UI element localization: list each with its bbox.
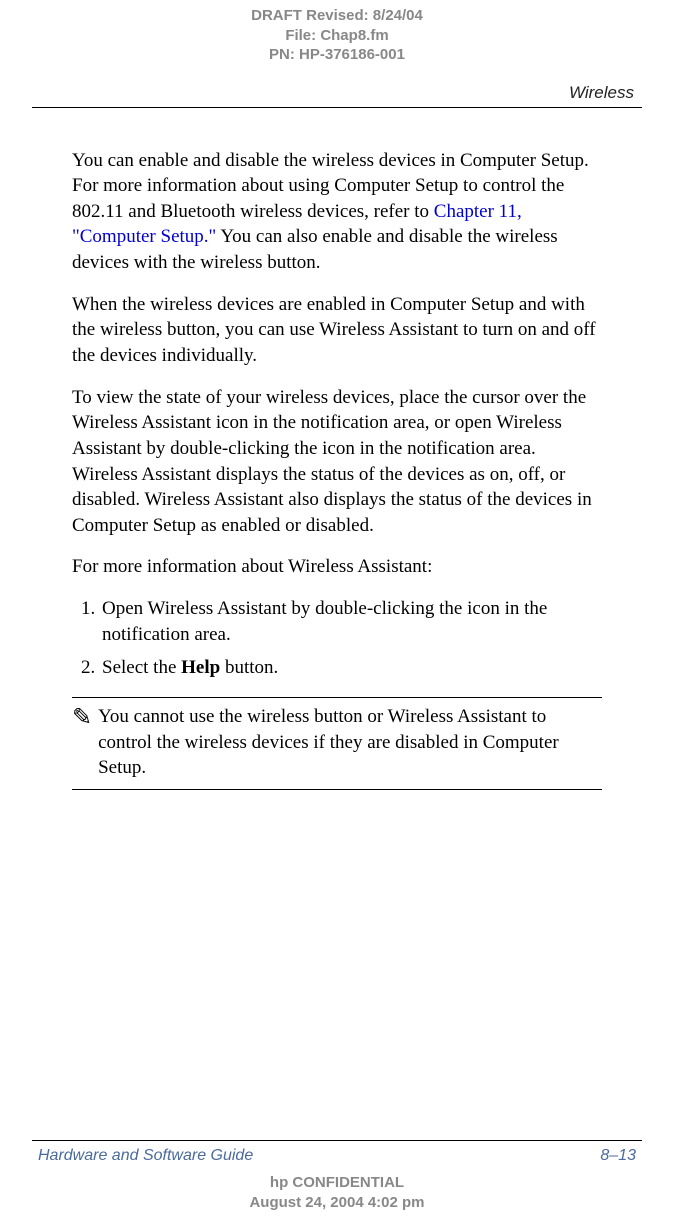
paragraph-4: For more information about Wireless Assi…: [72, 554, 602, 580]
li2-before: Select the: [102, 657, 181, 678]
note-divider-bottom: [72, 789, 602, 790]
confidential-line2: August 24, 2004 4:02 pm: [32, 1193, 642, 1213]
confidential-line1: hp CONFIDENTIAL: [32, 1173, 642, 1193]
paragraph-1: You can enable and disable the wireless …: [72, 148, 602, 276]
pencil-icon: ✎: [72, 706, 92, 730]
section-title: Wireless: [32, 83, 642, 103]
draft-pn-line: PN: HP-376186-001: [32, 45, 642, 65]
draft-revised-line: DRAFT Revised: 8/24/04: [32, 6, 642, 26]
footer-row: Hardware and Software Guide 8–13: [32, 1147, 642, 1165]
paragraph-2: When the wireless devices are enabled in…: [72, 292, 602, 369]
body-content: You can enable and disable the wireless …: [32, 148, 642, 790]
li2-bold-help: Help: [181, 657, 220, 678]
draft-file-line: File: Chap8.fm: [32, 26, 642, 46]
list-item-2: Select the Help button.: [100, 655, 602, 681]
note-block: ✎ You cannot use the wireless button or …: [72, 704, 602, 781]
header-divider: [32, 107, 642, 108]
list-item-1: Open Wireless Assistant by double-clicki…: [100, 596, 602, 647]
guide-title: Hardware and Software Guide: [38, 1147, 253, 1165]
draft-header: DRAFT Revised: 8/24/04 File: Chap8.fm PN…: [32, 0, 642, 65]
page-number: 8–13: [600, 1147, 636, 1165]
instruction-list: Open Wireless Assistant by double-clicki…: [72, 596, 602, 681]
li2-after: button.: [220, 657, 278, 678]
footer: Hardware and Software Guide 8–13 hp CONF…: [32, 1140, 642, 1212]
note-divider-top: [72, 697, 602, 698]
note-text: You cannot use the wireless button or Wi…: [98, 704, 602, 781]
paragraph-3: To view the state of your wireless devic…: [72, 385, 602, 539]
confidential-footer: hp CONFIDENTIAL August 24, 2004 4:02 pm: [32, 1173, 642, 1212]
footer-divider: [32, 1140, 642, 1141]
